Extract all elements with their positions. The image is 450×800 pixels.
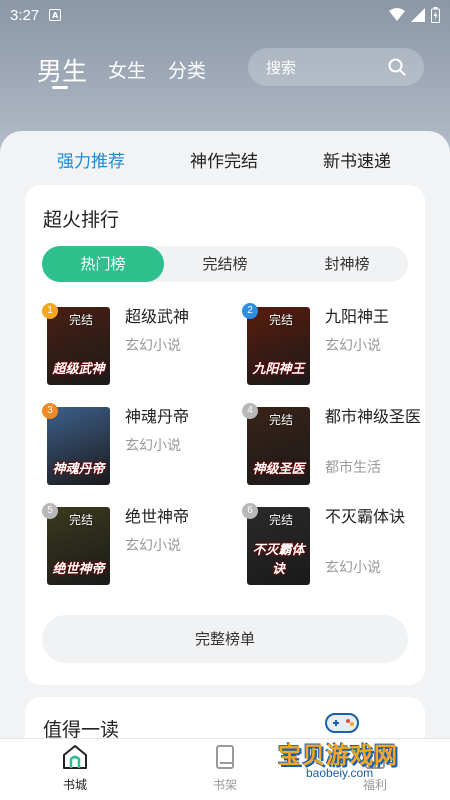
book-title[interactable]: 神魂丹帝	[125, 405, 225, 428]
cover-tag: 完结	[269, 313, 294, 327]
book-title[interactable]: 都市神级圣医	[325, 405, 425, 428]
ranking-card: 超火排行 热门榜 完结榜 封神榜 1 完结 超级武神 超级武神 玄幻小说 2 完…	[25, 185, 425, 685]
book-cover[interactable]: 完结 不灭霸体诀	[247, 507, 310, 585]
book-genre: 玄幻小说	[325, 338, 381, 354]
tab-female[interactable]: 女生	[108, 56, 146, 83]
rank-badge: 6	[242, 503, 258, 519]
search-placeholder: 搜索	[266, 58, 297, 77]
book-cover[interactable]: 完结 神级圣医	[247, 407, 310, 485]
signal-icon	[411, 8, 425, 22]
tab-male[interactable]: 男生	[37, 52, 87, 88]
search-icon[interactable]	[388, 58, 406, 76]
book-item[interactable]: 3 神魂丹帝 神魂丹帝 玄幻小说	[42, 403, 227, 485]
tab-masterpiece-complete[interactable]: 神作完结	[190, 147, 258, 172]
tab-category[interactable]: 分类	[168, 56, 206, 83]
book-item[interactable]: 2 完结 九阳神王 九阳神王 玄幻小说	[242, 303, 427, 385]
battery-icon	[431, 7, 440, 23]
tab-hot-list[interactable]: 热门榜	[42, 246, 164, 282]
cover-tag: 完结	[69, 313, 94, 327]
ranking-tabs: 热门榜 完结榜 封神榜	[42, 246, 408, 282]
nav-item-store[interactable]: 书城	[45, 743, 105, 793]
cover-tag: 完结	[69, 513, 94, 527]
site-watermark: 宝贝游戏网 baobeiy.com	[272, 708, 422, 798]
book-title[interactable]: 九阳神王	[325, 305, 425, 328]
nav-label: 书架	[212, 778, 237, 792]
tab-god-list[interactable]: 封神榜	[286, 246, 408, 282]
book-cover[interactable]: 完结 超级武神	[47, 307, 110, 385]
watermark-url: baobeiy.com	[306, 766, 374, 780]
book-cover[interactable]: 完结 绝世神帝	[47, 507, 110, 585]
cover-title: 超级武神	[52, 362, 105, 377]
tab-new-books[interactable]: 新书速递	[323, 147, 391, 172]
book-item[interactable]: 1 完结 超级武神 超级武神 玄幻小说	[42, 303, 227, 385]
book-cover[interactable]: 完结 九阳神王	[247, 307, 310, 385]
cover-title: 不灭霸体诀	[252, 543, 305, 577]
rank-badge: 1	[42, 303, 58, 319]
cover-tag: 完结	[269, 413, 294, 427]
book-genre: 玄幻小说	[325, 560, 381, 576]
watermark-text: 宝贝游戏网	[278, 743, 398, 769]
rank-badge: 3	[42, 403, 58, 419]
tab-strong-recommend[interactable]: 强力推荐	[57, 147, 125, 172]
ranking-title: 超火排行	[43, 209, 120, 231]
gamepad-icon	[325, 713, 359, 733]
book-item[interactable]: 6 完结 不灭霸体诀 不灭霸体诀 玄幻小说	[242, 503, 427, 585]
rank-badge: 5	[42, 503, 58, 519]
wifi-icon	[389, 8, 405, 21]
cover-title: 绝世神帝	[52, 562, 105, 577]
book-genre: 都市生活	[325, 460, 381, 476]
tab-complete-list[interactable]: 完结榜	[164, 246, 286, 282]
book-genre: 玄幻小说	[125, 438, 181, 454]
book-title[interactable]: 绝世神帝	[125, 505, 225, 528]
book-genre: 玄幻小说	[125, 338, 181, 354]
cover-title: 神级圣医	[252, 462, 305, 477]
book-item[interactable]: 4 完结 神级圣医 都市神级圣医 都市生活	[242, 403, 427, 485]
book-title[interactable]: 超级武神	[125, 305, 225, 328]
store-icon	[63, 745, 87, 769]
top-header: 男生 女生 分类 搜索	[0, 40, 450, 96]
rank-badge: 2	[242, 303, 258, 319]
status-indicator-icon: A	[49, 9, 62, 21]
nav-label: 书城	[62, 778, 87, 792]
content-sheet: 强力推荐 神作完结 新书速递 超火排行 热门榜 完结榜 封神榜 1 完结 超级武…	[0, 131, 450, 777]
status-icons	[389, 7, 440, 23]
section-tabs: 强力推荐 神作完结 新书速递	[0, 147, 450, 173]
active-tab-indicator	[52, 86, 68, 89]
bookshelf-icon	[216, 745, 234, 769]
book-item[interactable]: 5 完结 绝世神帝 绝世神帝 玄幻小说	[42, 503, 227, 585]
nav-item-bookshelf[interactable]: 书架	[195, 743, 255, 793]
book-title[interactable]: 不灭霸体诀	[325, 505, 425, 528]
status-bar: 3:27 A	[0, 0, 450, 30]
full-ranking-button[interactable]: 完整榜单	[42, 615, 408, 663]
cover-tag: 完结	[269, 513, 294, 527]
rank-badge: 4	[242, 403, 258, 419]
cover-title: 九阳神王	[252, 362, 305, 377]
cover-title: 神魂丹帝	[52, 462, 105, 477]
book-cover[interactable]: 神魂丹帝	[47, 407, 110, 485]
search-bar[interactable]: 搜索	[248, 48, 424, 86]
status-time: 3:27	[10, 6, 40, 24]
book-genre: 玄幻小说	[125, 538, 181, 554]
